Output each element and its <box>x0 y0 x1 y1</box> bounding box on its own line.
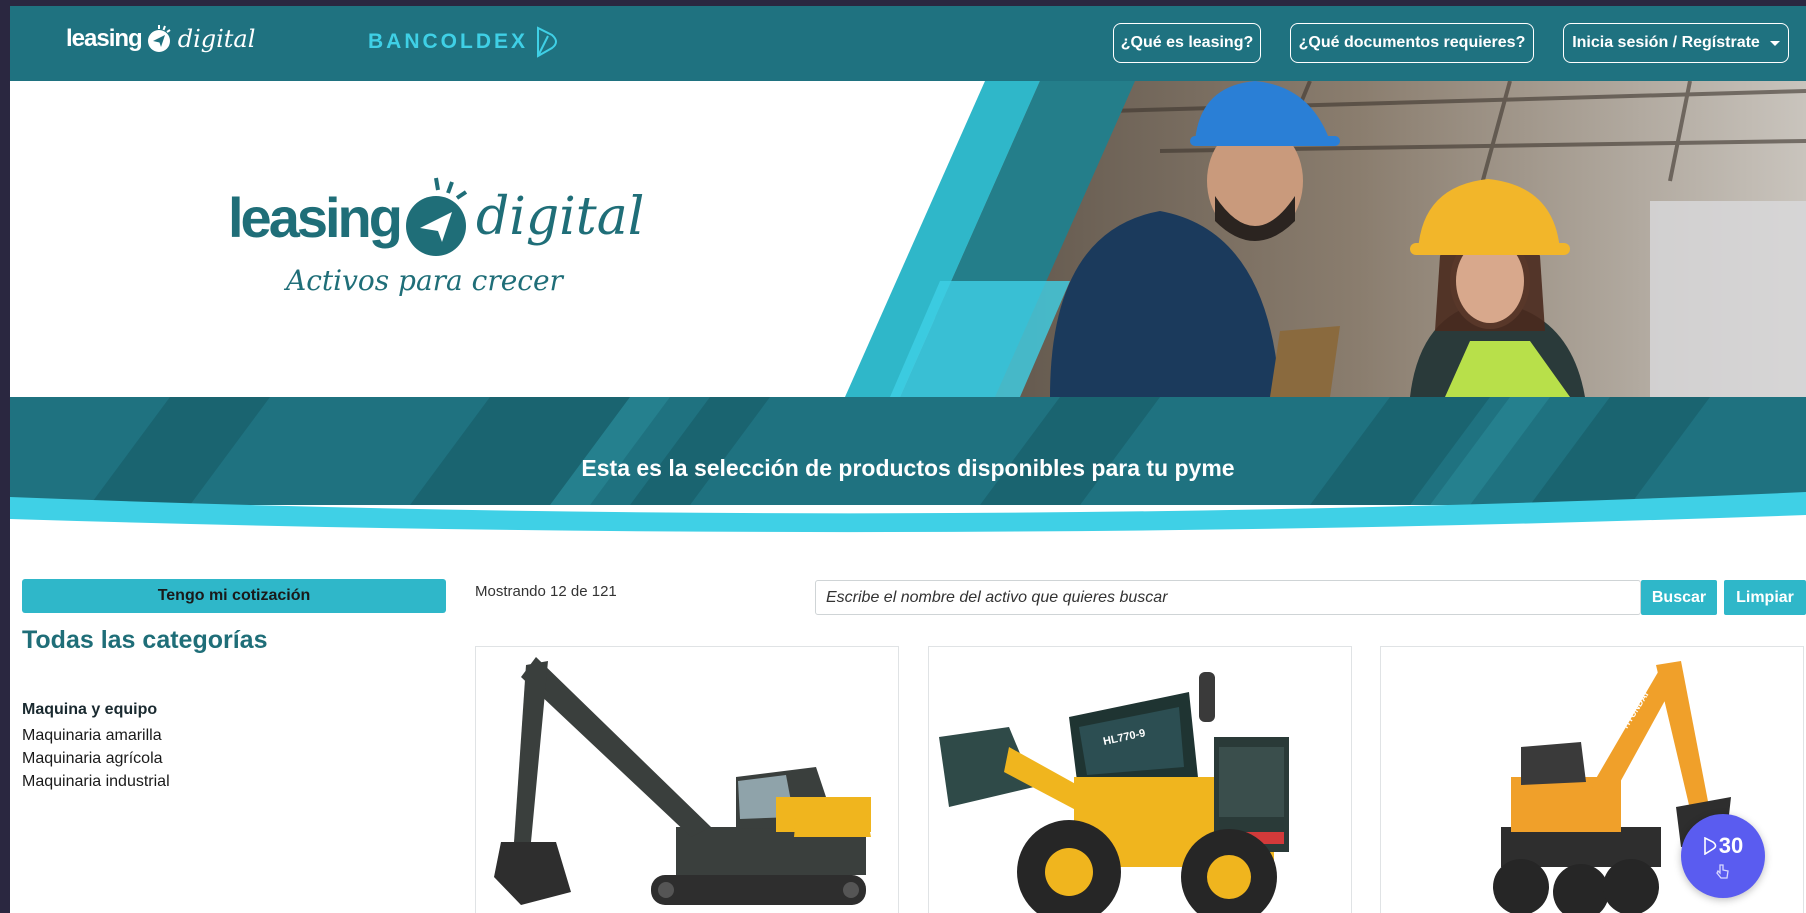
selection-banner: Esta es la selección de productos dispon… <box>10 397 1806 537</box>
accessibility-widget-button[interactable]: 30 <box>1681 814 1765 898</box>
hero-section: leasing digital Activos para crecer <box>10 81 1806 397</box>
hero-logo-word-digital: digital <box>475 187 645 247</box>
widget-badge-number: 30 <box>1718 833 1744 858</box>
wheel-loader-image: HL770-9 <box>939 672 1289 913</box>
search-button[interactable]: Buscar <box>1641 580 1717 615</box>
login-register-dropdown[interactable]: Inicia sesión / Regístrate <box>1563 23 1789 63</box>
caret-down-icon <box>1769 40 1780 46</box>
asset-search-input[interactable] <box>815 580 1641 615</box>
excavator-image: HYUNDAI <box>494 657 871 905</box>
login-register-label: Inicia sesión / Regístrate <box>1572 34 1760 51</box>
have-quote-button[interactable]: Tengo mi cotización <box>22 579 446 613</box>
categories-title[interactable]: Todas las categorías <box>22 626 267 655</box>
hand-pointer-icon <box>1716 864 1729 879</box>
documents-button[interactable]: ¿Qué documentos requieres? <box>1290 23 1534 63</box>
banner-title: Esta es la selección de productos dispon… <box>581 455 1235 481</box>
logo-word-leasing: leasing <box>66 25 143 52</box>
product-card[interactable]: HL770-9 <box>928 646 1352 913</box>
bancoldex-logo[interactable]: BANCOLDEX <box>368 26 562 58</box>
category-item-agricultural-machinery[interactable]: Maquinaria agrícola <box>22 750 163 768</box>
paper-plane-icon <box>405 177 468 256</box>
results-count: Mostrando 12 de 121 <box>475 583 617 600</box>
category-item-yellow-machinery[interactable]: Maquinaria amarilla <box>22 727 162 745</box>
leasing-digital-logo[interactable]: leasing digital <box>66 24 255 54</box>
what-is-leasing-button[interactable]: ¿Qué es leasing? <box>1113 23 1261 63</box>
paper-plane-icon <box>147 25 171 52</box>
category-item-industrial-machinery[interactable]: Maquinaria industrial <box>22 773 170 791</box>
category-group-machinery[interactable]: Maquina y equipo <box>22 701 157 719</box>
browser-viewport: leasing digital BANCOLDEX ¿Qué es leasin… <box>10 6 1806 913</box>
bancoldex-mark-icon <box>537 26 558 58</box>
top-navbar: leasing digital BANCOLDEX ¿Qué es leasin… <box>10 6 1806 81</box>
product-card[interactable]: HYUNDAI <box>475 646 899 913</box>
bancoldex-wordmark: BANCOLDEX <box>368 30 529 53</box>
clear-button[interactable]: Limpiar <box>1724 580 1806 615</box>
hero-slogan: Activos para crecer <box>286 264 563 297</box>
bancoldex-mark-icon <box>1703 837 1717 855</box>
hero-logo-word-leasing: leasing <box>228 185 403 249</box>
hero-brand-logo: leasing digital Activos para crecer <box>228 176 644 297</box>
logo-word-digital: digital <box>177 25 256 53</box>
